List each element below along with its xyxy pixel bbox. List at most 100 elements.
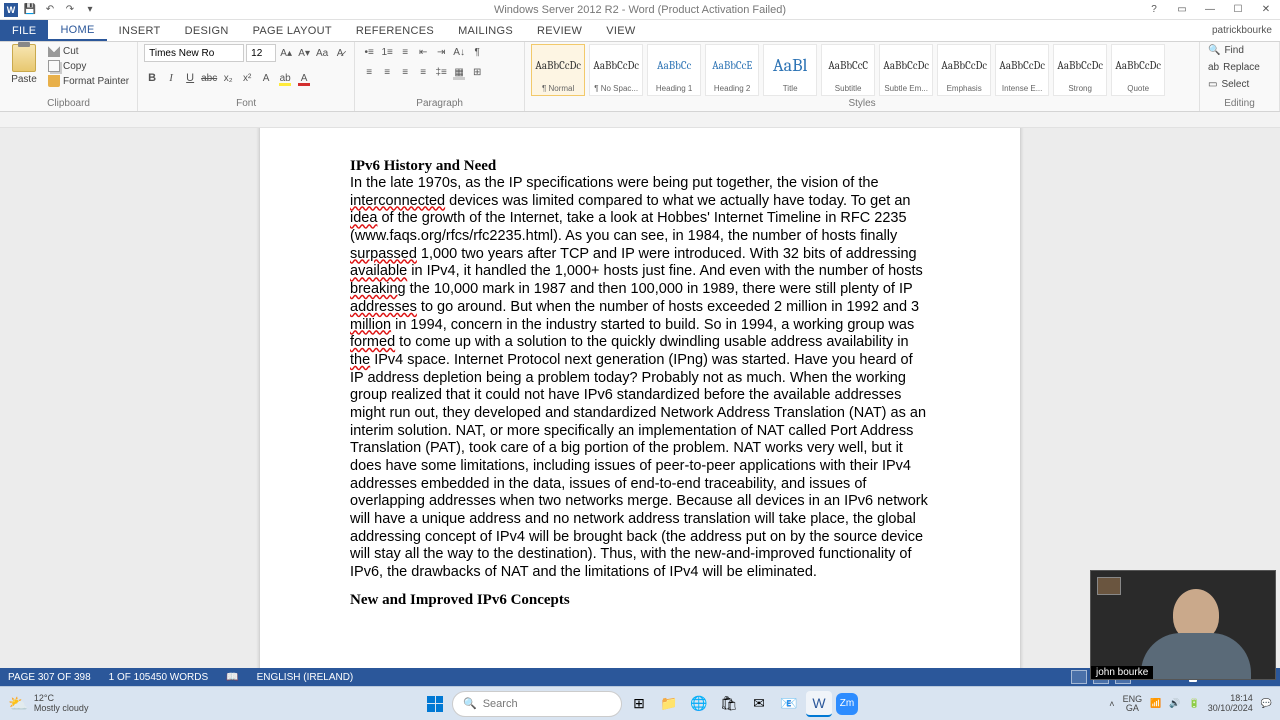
battery-icon[interactable]: 🔋 (1189, 698, 1200, 709)
tray-chevron-icon[interactable]: ˄ (1109, 699, 1114, 709)
tab-insert[interactable]: INSERT (107, 20, 173, 41)
strike-button[interactable]: abc (201, 70, 217, 86)
clear-format-button[interactable]: A̷ (332, 45, 348, 61)
style-item[interactable]: AaBbCcDcEmphasis (937, 44, 991, 96)
style-item[interactable]: AaBbCcDc¶ Normal (531, 44, 585, 96)
font-color-button[interactable]: A (296, 70, 312, 86)
tab-design[interactable]: DESIGN (173, 20, 241, 41)
change-case-button[interactable]: Aa (314, 45, 330, 61)
tab-home[interactable]: HOME (48, 20, 106, 41)
status-proofing-icon[interactable]: 📖 (226, 672, 238, 683)
tab-file[interactable]: FILE (0, 20, 48, 41)
explorer-icon[interactable]: 📁 (656, 691, 682, 717)
sort-button[interactable]: A↓ (451, 44, 467, 60)
tab-mailings[interactable]: MAILINGS (446, 20, 525, 41)
style-preview: AaBbCcE (712, 47, 752, 84)
heading: New and Improved IPv6 Concepts (350, 592, 930, 609)
qat-customize-icon[interactable]: ▾ (82, 2, 98, 18)
notifications-icon[interactable]: 💬 (1261, 698, 1272, 709)
format-painter-button[interactable]: Format Painter (46, 74, 131, 88)
copy-button[interactable]: Copy (46, 59, 131, 73)
status-language[interactable]: ENGLISH (IRELAND) (257, 672, 354, 683)
document-area[interactable]: IPv6 History and Need In the late 1970s,… (0, 128, 1280, 692)
subscript-button[interactable]: x₂ (220, 70, 236, 86)
increase-indent-button[interactable]: ⇥ (433, 44, 449, 60)
line-spacing-button[interactable]: ‡≡ (433, 64, 449, 80)
show-marks-button[interactable]: ¶ (469, 44, 485, 60)
style-preview: AaBbCcDc (999, 47, 1045, 84)
font-size-select[interactable] (246, 44, 276, 62)
wifi-icon[interactable]: 📶 (1150, 698, 1161, 709)
task-view-icon[interactable]: ⊞ (626, 691, 652, 717)
save-icon[interactable]: 💾 (22, 2, 38, 18)
style-item[interactable]: AaBbCcDcIntense E... (995, 44, 1049, 96)
tab-view[interactable]: VIEW (594, 20, 647, 41)
tab-references[interactable]: REFERENCES (344, 20, 446, 41)
superscript-button[interactable]: x² (239, 70, 255, 86)
taskbar-search[interactable]: 🔍Search (452, 691, 622, 717)
font-name-select[interactable] (144, 44, 244, 62)
select-button[interactable]: ▭Select (1206, 78, 1251, 91)
ruler[interactable] (0, 112, 1280, 128)
status-page[interactable]: PAGE 307 OF 398 (8, 672, 91, 683)
style-item[interactable]: AaBbCcCSubtitle (821, 44, 875, 96)
volume-icon[interactable]: 🔊 (1169, 698, 1180, 709)
highlight-button[interactable]: ab (277, 70, 293, 86)
bold-button[interactable]: B (144, 70, 160, 86)
numbering-button[interactable]: 1≡ (379, 44, 395, 60)
multilevel-button[interactable]: ≡ (397, 44, 413, 60)
borders-button[interactable]: ⊞ (469, 64, 485, 80)
style-item[interactable]: AaBbCcDcQuote (1111, 44, 1165, 96)
maximize-button[interactable]: ☐ (1224, 0, 1252, 20)
shrink-font-button[interactable]: A▾ (296, 45, 312, 61)
cut-button[interactable]: Cut (46, 44, 131, 58)
close-button[interactable]: ✕ (1252, 0, 1280, 20)
language-indicator[interactable]: ENGGA (1123, 695, 1143, 713)
redo-icon[interactable]: ↷ (62, 2, 78, 18)
word-taskbar-icon[interactable]: W (806, 691, 832, 717)
search-icon: 🔍 (463, 697, 477, 710)
shading-button[interactable]: ▦ (451, 64, 467, 80)
underline-button[interactable]: U (182, 70, 198, 86)
italic-button[interactable]: I (163, 70, 179, 86)
zoom-taskbar-icon[interactable]: Zm (836, 693, 858, 715)
group-editing: 🔍Find abReplace ▭Select Editing (1200, 42, 1280, 111)
edge-icon[interactable]: 🌐 (686, 691, 712, 717)
undo-icon[interactable]: ↶ (42, 2, 58, 18)
align-right-button[interactable]: ≡ (397, 64, 413, 80)
page[interactable]: IPv6 History and Need In the late 1970s,… (260, 128, 1020, 692)
start-button[interactable] (422, 691, 448, 717)
style-item[interactable]: AaBbCcEHeading 2 (705, 44, 759, 96)
ribbon-options-button[interactable]: ▭ (1168, 0, 1196, 20)
weather-widget[interactable]: 12°C Mostly cloudy (34, 694, 89, 713)
paste-button[interactable]: Paste (6, 44, 42, 85)
replace-button[interactable]: abReplace (1206, 61, 1262, 74)
weather-icon[interactable]: ⛅ (8, 694, 28, 714)
outlook-icon[interactable]: 📧 (776, 691, 802, 717)
align-center-button[interactable]: ≡ (379, 64, 395, 80)
style-item[interactable]: AaBbCcHeading 1 (647, 44, 701, 96)
style-item[interactable]: AaBbCcDcStrong (1053, 44, 1107, 96)
clock[interactable]: 18:1430/10/2024 (1208, 694, 1253, 714)
status-words[interactable]: 1 OF 105450 WORDS (109, 672, 208, 683)
justify-button[interactable]: ≡ (415, 64, 431, 80)
minimize-button[interactable]: — (1196, 0, 1224, 20)
decrease-indent-button[interactable]: ⇤ (415, 44, 431, 60)
text-effects-button[interactable]: A (258, 70, 274, 86)
align-left-button[interactable]: ≡ (361, 64, 377, 80)
tab-review[interactable]: REVIEW (525, 20, 594, 41)
store-icon[interactable]: 🛍 (716, 691, 742, 717)
find-button[interactable]: 🔍Find (1206, 44, 1246, 57)
spelling-error: breaking (350, 281, 406, 297)
style-preview: AaBbCcC (828, 47, 868, 84)
bullets-button[interactable]: •≡ (361, 44, 377, 60)
account-name[interactable]: patrickbourke (1212, 20, 1280, 41)
help-button[interactable]: ? (1140, 0, 1168, 20)
grow-font-button[interactable]: A▴ (278, 45, 294, 61)
mail-icon[interactable]: ✉ (746, 691, 772, 717)
style-item[interactable]: AaBlTitle (763, 44, 817, 96)
style-item[interactable]: AaBbCcDcSubtle Em... (879, 44, 933, 96)
view-read-button[interactable] (1071, 670, 1087, 684)
style-item[interactable]: AaBbCcDc¶ No Spac... (589, 44, 643, 96)
tab-page-layout[interactable]: PAGE LAYOUT (241, 20, 344, 41)
